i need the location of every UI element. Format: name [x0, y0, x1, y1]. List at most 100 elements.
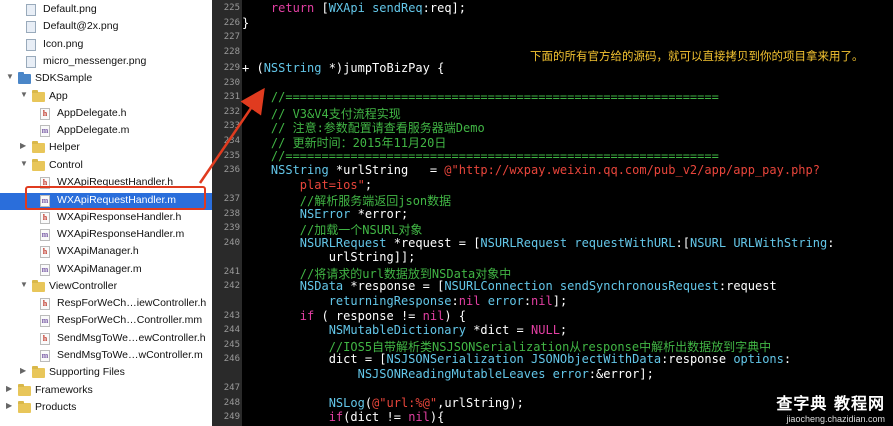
code-token: URLWithString	[733, 235, 828, 250]
navigator-folder[interactable]: ▶ Supporting Files	[0, 365, 212, 382]
project-navigator: Default.png Default@2x.png Icon.png micro_m…	[0, 0, 212, 426]
navigator-file[interactable]: h WXApiManager.h	[0, 244, 212, 261]
line-number: 228	[223, 46, 240, 57]
code-line: plat=ios";	[242, 178, 372, 192]
code-token: if	[299, 308, 315, 323]
code-token: (	[364, 395, 373, 410]
code-line: NSLog(@"url:%@",urlString);	[242, 396, 524, 410]
code-token: nil	[408, 410, 430, 425]
navigator-file[interactable]: m WXApiManager.m	[0, 262, 212, 279]
navigator-item-label: Default@2x.png	[43, 20, 119, 33]
code-token: (dict !=	[343, 410, 409, 425]
navigator-folder[interactable]: ▶ Frameworks	[0, 383, 212, 400]
code-token: NSURLConnection	[444, 279, 553, 294]
navigator-item-label: App	[49, 89, 68, 102]
disclosure-collapsed-icon[interactable]: ▶	[6, 384, 12, 393]
navigator-folder[interactable]: ▶ Products	[0, 400, 212, 417]
code-line: //======================================…	[242, 149, 719, 163]
navigator-item-label: micro_messenger.png	[43, 54, 147, 67]
navigator-item-label: AppDelegate.m	[57, 124, 130, 137]
line-number: 226	[223, 17, 240, 28]
code-token: :	[451, 294, 459, 308]
disclosure-collapsed-icon[interactable]: ▶	[20, 141, 26, 150]
navigator-file[interactable]: micro_messenger.png	[0, 54, 212, 71]
navigator-item-label: WXApiResponseHandler.h	[57, 210, 182, 223]
code-token: plat=ios"	[242, 177, 365, 192]
folder-icon	[32, 89, 45, 102]
navigator-file[interactable]: Default.png	[0, 2, 212, 19]
code-line: urlString]];	[242, 250, 416, 265]
line-number-gutter: 225 226 227 228 229 230 231 232 233 234 235 236 237 2…	[212, 0, 242, 426]
code-token: *dict =	[465, 323, 532, 338]
navigator-file[interactable]: m SendMsgToWe…wController.m	[0, 348, 212, 365]
code-token: urlString]];	[242, 250, 416, 265]
code-token: NSData	[299, 279, 344, 294]
annotation-text: 下面的所有官方给的源码，就可以直接拷贝到你的项目拿来用了。	[530, 49, 864, 63]
folder-icon	[32, 279, 45, 292]
source-file-icon: m	[40, 315, 50, 328]
navigator-folder[interactable]: ▼ SDKSample	[0, 71, 212, 88]
image-file-icon	[26, 21, 36, 34]
navigator-item-label: Supporting Files	[49, 366, 125, 379]
disclosure-collapsed-icon[interactable]: ▶	[20, 366, 26, 375]
code-token: ];	[552, 294, 568, 308]
code-line: //======================================…	[242, 90, 719, 104]
navigator-folder[interactable]: ▼ ViewController	[0, 279, 212, 296]
code-line: + (NSString *)jumpToBizPay {	[242, 61, 444, 75]
line-number: 234	[223, 135, 240, 146]
line-number: 232	[223, 106, 240, 117]
code-token: *urlString =	[328, 163, 445, 178]
source-file-icon: m	[40, 263, 50, 276]
disclosure-collapsed-icon[interactable]: ▶	[6, 401, 12, 410]
code-token: [	[314, 1, 329, 15]
navigator-file[interactable]: Default@2x.png	[0, 19, 212, 36]
code-token: sendReq	[372, 1, 423, 15]
navigator-file[interactable]: m AppDelegate.m	[0, 123, 212, 140]
disclosure-expanded-icon[interactable]: ▼	[20, 90, 28, 99]
navigator-file[interactable]: m RespForWeCh…Controller.mm	[0, 313, 212, 330]
navigator-item-label: Frameworks	[35, 383, 93, 396]
folder-icon	[18, 400, 31, 413]
code-token: NULL	[531, 323, 560, 338]
navigator-folder[interactable]: ▼ App	[0, 89, 212, 106]
disclosure-expanded-icon[interactable]: ▼	[20, 280, 28, 289]
code-token: NSMutableDictionary	[328, 323, 466, 338]
code-token: }	[242, 15, 250, 30]
navigator-file[interactable]: Icon.png	[0, 37, 212, 54]
line-number: 243	[223, 310, 240, 321]
code-line: NSError *error;	[242, 207, 408, 221]
code-line: returningResponse:nil error:nil];	[242, 294, 567, 308]
code-line: if ( response != nil) {	[242, 309, 466, 323]
line-number: 229	[223, 63, 240, 74]
navigator-file[interactable]: h RespForWeCh…iewController.h	[0, 296, 212, 313]
watermark-title: 查字典 教程网	[776, 394, 885, 413]
header-file-icon: h	[40, 298, 50, 311]
navigator-item-label: Helper	[49, 141, 80, 154]
code-token: *)jumpToBizPay {	[321, 61, 445, 76]
header-file-icon: h	[40, 332, 50, 345]
folder-icon	[32, 366, 45, 379]
navigator-folder[interactable]: ▶ Helper	[0, 140, 212, 157]
line-number: 240	[223, 237, 240, 248]
navigator-file[interactable]: m WXApiResponseHandler.m	[0, 227, 212, 244]
navigator-file[interactable]: h AppDelegate.h	[0, 106, 212, 123]
navigator-item-label: WXApiResponseHandler.m	[57, 227, 185, 240]
navigator-file[interactable]: h SendMsgToWe…ewController.h	[0, 331, 212, 348]
code-line: NSJSONReadingMutableLeaves error:&error]…	[242, 367, 654, 381]
navigator-item-label: AppDelegate.h	[57, 106, 127, 119]
code-token: ) {	[444, 308, 466, 323]
line-number: 249	[223, 412, 240, 423]
code-token: @"http://wxpay.weixin.qq.com/pub_v2/app/…	[444, 163, 820, 178]
navigator-folder[interactable]: ▼ Control	[0, 158, 212, 175]
code-line: if(dict != nil){	[242, 410, 445, 425]
line-number: 225	[223, 3, 240, 13]
line-number: 233	[223, 121, 240, 132]
disclosure-expanded-icon[interactable]: ▼	[6, 72, 14, 81]
navigator-file[interactable]: h WXApiResponseHandler.h	[0, 210, 212, 227]
disclosure-expanded-icon[interactable]: ▼	[20, 159, 28, 168]
